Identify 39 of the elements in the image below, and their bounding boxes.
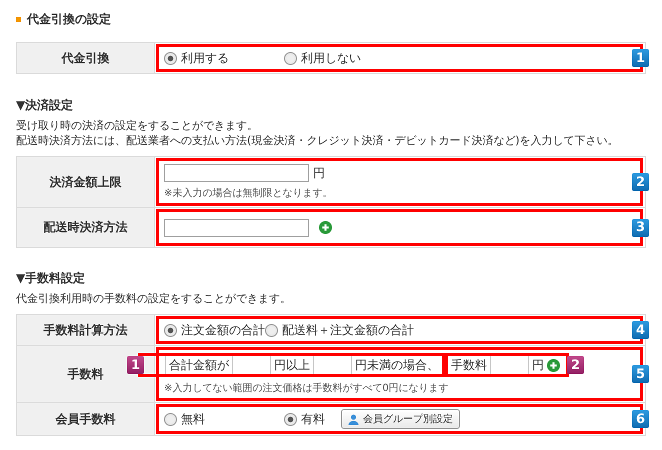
bullet-icon	[16, 16, 21, 22]
label-text: 合計金額が	[165, 356, 232, 374]
number-badge: 4	[632, 321, 649, 339]
section-heading: ▼決済設定	[16, 97, 74, 114]
group-settings-button[interactable]: 会員グループ別設定	[341, 409, 460, 429]
section-heading: ▼手数料設定	[16, 270, 86, 287]
radio-option[interactable]: 利用する	[164, 50, 284, 66]
unit-text: 円	[313, 164, 325, 182]
row-label: 会員手数料	[17, 403, 155, 435]
row-label: 配送時決済方法	[17, 208, 155, 247]
note-text: ※入力してない範囲の注文価格は手数料がすべて0円になります	[164, 382, 450, 395]
number-badge: 5	[632, 365, 649, 383]
number-badge: 3	[632, 218, 649, 236]
radio-option[interactable]: 注文金額の合計	[164, 322, 265, 338]
add-icon[interactable]	[547, 358, 560, 372]
number-badge: 2	[567, 356, 584, 374]
radio-option[interactable]: 有料	[284, 410, 325, 428]
radio-option[interactable]: 無料	[164, 410, 284, 428]
section-title: 代金引換の設定	[27, 10, 111, 28]
number-badge: 6	[632, 410, 649, 428]
number-badge: 1	[127, 356, 144, 374]
row-label: 決済金額上限	[17, 157, 155, 207]
input-field[interactable]	[164, 218, 309, 236]
row-label: 手数料計算方法	[17, 315, 155, 345]
input-field[interactable]	[164, 164, 309, 182]
radio-option[interactable]: 利用しない	[284, 50, 361, 66]
row-label: 代金引換	[17, 43, 155, 73]
label-text: 手数料	[450, 356, 488, 374]
radio-option[interactable]: 配送料＋注文金額の合計	[265, 322, 414, 338]
description-text: 代金引換利用時の手数料の設定をすることができます。	[16, 291, 292, 306]
label-text: 円未満の場合、	[351, 356, 442, 374]
label-text: 円以上	[270, 356, 313, 374]
description-text: 配送時決済方法には、配送業者への支払い方法(現金決済・クレジット決済・デビットカード決済など)を入力して下さい。	[16, 133, 620, 148]
description-text: 受け取り時の決済の設定をすることができます。	[16, 118, 259, 133]
number-badge: 1	[632, 49, 649, 67]
note-text: ※未入力の場合は無制限となります。	[164, 186, 334, 200]
add-icon[interactable]	[319, 221, 332, 234]
person-icon	[348, 414, 359, 424]
number-badge: 2	[632, 173, 649, 191]
